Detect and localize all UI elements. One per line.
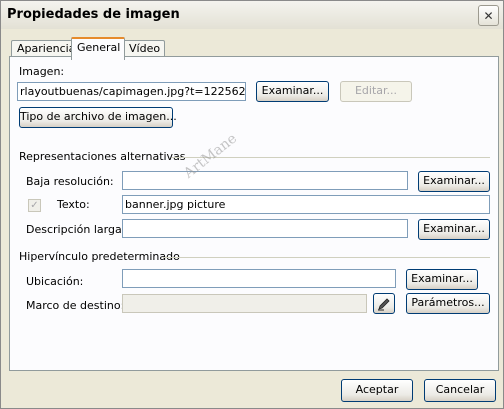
image-filetype-button[interactable]: Tipo de archivo de imagen... [19,107,177,128]
alt-section-label: Representaciones alternativas [19,150,186,163]
longdesc-input[interactable] [122,219,408,238]
general-panel: Imagen: rlayoutbuenas/capimagen.jpg?t=12… [9,56,499,371]
params-button[interactable]: Parámetros... [406,293,490,314]
title-bar[interactable]: Propiedades de imagen ✕ [1,1,503,29]
cancel-button[interactable]: Cancelar [424,379,496,402]
longdesc-browse-button[interactable]: Examinar... [418,219,490,240]
location-input[interactable] [122,269,396,288]
link-divider [163,257,490,258]
location-label: Ubicación: [26,275,84,288]
longdesc-label: Descripción larga: [26,223,126,236]
location-browse-button[interactable]: Examinar... [406,269,478,290]
image-edit-button[interactable]: Editar... [340,81,412,102]
ok-button[interactable]: Aceptar [341,379,413,402]
alt-text-input[interactable]: banner.jpg picture [122,195,490,214]
image-properties-dialog: Propiedades de imagen ✕ Apariencia Gener… [0,0,504,409]
lowres-input[interactable] [122,171,408,190]
target-frame-input[interactable] [122,294,367,313]
close-icon: ✕ [483,8,494,23]
image-url-input[interactable]: rlayoutbuenas/capimagen.jpg?t=1225623072 [17,82,246,101]
tab-general[interactable]: General [71,37,125,60]
target-frame-label: Marco de destino: [26,299,125,312]
alt-text-label: Texto: [57,198,90,211]
target-frame-picker-button[interactable] [373,293,395,314]
image-browse-button[interactable]: Examinar... [256,81,329,102]
link-section-label: Hipervínculo predeterminado [19,250,180,263]
close-button[interactable]: ✕ [478,5,499,26]
lowres-label: Baja resolución: [26,175,114,188]
check-icon: ✓ [30,200,39,211]
pencil-icon [378,298,390,311]
dialog-title: Propiedades de imagen [7,7,180,22]
alt-text-checkbox[interactable]: ✓ [28,199,41,212]
lowres-browse-button[interactable]: Examinar... [418,171,490,192]
image-label: Imagen: [19,65,65,78]
